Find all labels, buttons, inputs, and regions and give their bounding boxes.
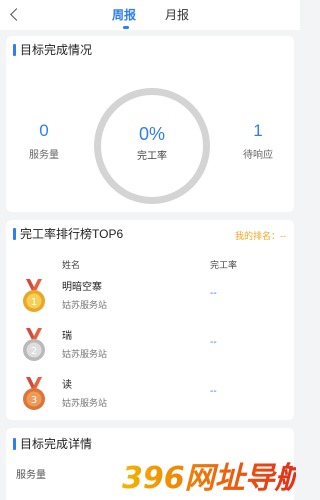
- medal-rank: 3: [31, 395, 37, 406]
- tab-monthly[interactable]: 月报: [165, 6, 189, 23]
- pending-label: 待响应: [243, 150, 273, 161]
- bronze-medal-icon: 3: [23, 377, 45, 410]
- rank-station: 姑苏服务站: [62, 398, 108, 408]
- column-header-name: 姓名: [62, 260, 81, 270]
- silver-medal-icon: 2: [23, 328, 45, 361]
- rank-rate: --: [210, 288, 217, 299]
- column-header-rate: 完工率: [210, 260, 238, 270]
- rank-rate: --: [210, 386, 217, 397]
- ranking-row[interactable]: 3 读 姑苏服务站 --: [6, 374, 294, 422]
- rank-rate: --: [210, 337, 217, 348]
- completion-label: 完工率: [137, 151, 167, 162]
- back-arrow-icon[interactable]: [8, 6, 22, 24]
- medal-rank: 1: [31, 297, 37, 308]
- watermark-text: 396网址导航: [122, 461, 296, 494]
- ranking-row[interactable]: 1 明暗空寨 姑苏服务站 --: [6, 276, 294, 324]
- tab-weekly[interactable]: 周报: [112, 6, 136, 23]
- ranking-title: 完工率排行榜TOP6: [13, 227, 123, 241]
- completion-rate: 0%: [138, 124, 165, 144]
- ranking-row[interactable]: 2 瑞 姑苏服务站 --: [6, 325, 294, 373]
- rank-station: 姑苏服务站: [62, 300, 108, 310]
- my-rank[interactable]: 我的排名：--: [235, 229, 286, 242]
- rank-name: 明暗空寨: [62, 282, 102, 293]
- active-tab-indicator: [123, 26, 129, 29]
- rank-name: 读: [62, 380, 72, 391]
- rank-station: 姑苏服务站: [62, 349, 108, 359]
- summary-title: 目标完成情况: [13, 43, 92, 57]
- service-count: 0: [39, 121, 49, 140]
- top-bar: 周报 月报: [0, 0, 300, 30]
- detail-service-label: 服务量: [16, 470, 46, 481]
- medal-rank: 2: [31, 346, 37, 357]
- gold-medal-icon: 1: [23, 279, 45, 312]
- service-label: 服务量: [29, 150, 59, 161]
- completion-ring: 0% 完工率: [94, 88, 210, 204]
- rank-name: 瑞: [62, 331, 72, 342]
- pending-count: 1: [253, 121, 263, 140]
- site-watermark-logo: 396网址导航: [122, 461, 296, 494]
- detail-title: 目标完成详情: [13, 437, 92, 451]
